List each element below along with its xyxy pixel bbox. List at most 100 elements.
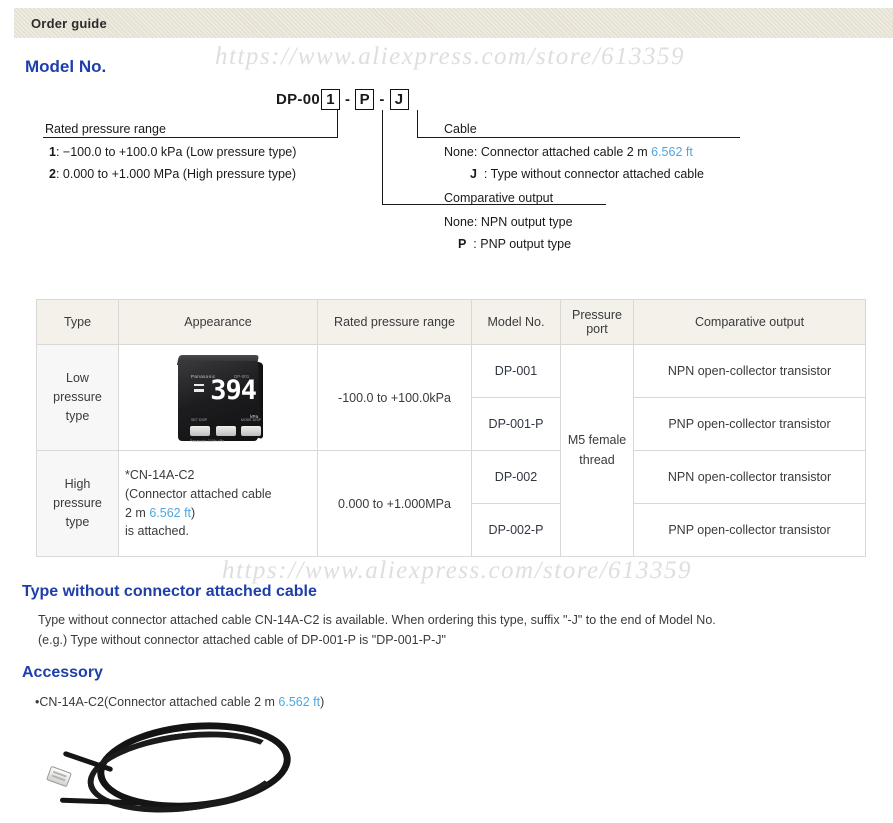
legend-ft-cable-none: 6.562 ft xyxy=(651,145,693,159)
sensor-reading-value: 394 xyxy=(210,374,257,406)
column-header-appearance: Appearance xyxy=(118,299,318,345)
order-guide-table: Type Appearance Rated pressure range Mod… xyxy=(36,299,866,557)
sensor-button-1 xyxy=(190,425,210,436)
legend-item-output-none: None: NPN output type xyxy=(444,215,573,229)
appearance-note-line-3-pre: 2 m xyxy=(125,505,150,520)
table-row: High pressure type *CN-14A-C2 (Connector… xyxy=(36,450,866,557)
legend-text-pressure-2: 0.000 to +1.000 MPa (High pressure type) xyxy=(62,167,297,181)
order-guide-header-bar: Order guide xyxy=(14,8,893,38)
column-header-model-no: Model No. xyxy=(471,299,561,345)
cell-appearance-sensor-photo: Panasonic DP-001 394 kPa SET DISP MODE D… xyxy=(118,344,318,451)
legend-item-cable-none: None: Connector attached cable 2 m 6.562… xyxy=(444,145,693,159)
accessory-text-post: ) xyxy=(320,695,325,709)
column-header-pressure-port-line1: Pressure xyxy=(571,308,623,322)
legend-key-pressure-2: 2 xyxy=(49,167,56,181)
table-row: Low pressure type Panasonic DP-001 394 k… xyxy=(36,344,866,557)
column-header-rated-pressure-range: Rated pressure range xyxy=(317,299,472,345)
appearance-note-line-1: *CN-14A-C2 xyxy=(125,468,195,482)
cell-range-high: 0.000 to +1.000MPa xyxy=(317,450,472,557)
type-without-connector-line-2: (e.g.) Type without connector attached c… xyxy=(38,633,446,647)
cell-model-dp-002: DP-002 xyxy=(471,450,561,504)
cell-appearance-note: *CN-14A-C2 (Connector attached cable 2 m… xyxy=(118,450,318,557)
legend-text-output-p: PNP output type xyxy=(480,237,572,251)
model-code-box-pressure-range: 1 xyxy=(321,89,341,110)
cell-output-pnp-2: PNP open-collector transistor xyxy=(633,503,866,557)
legend-item-output-p: P : PNP output type xyxy=(458,237,572,251)
leader-line-cable-horizontal xyxy=(417,137,740,138)
watermark-top: https://www.aliexpress.com/store/613359 xyxy=(215,43,686,70)
sensor-indicator-bars xyxy=(194,383,204,395)
legend-text-output-none: NPN output type xyxy=(480,215,573,229)
sensor-button-label-mid: MODE DISP xyxy=(240,417,261,422)
sensor-button-2 xyxy=(215,425,236,436)
cell-output-pnp-1: PNP open-collector transistor xyxy=(633,397,866,451)
accessory-ft: 6.562 ft xyxy=(278,695,321,709)
legend-item-pressure-2: 2: 0.000 to +1.000 MPa (High pressure ty… xyxy=(49,167,297,181)
accessory-text-pre: CN-14A-C2(Connector attached cable 2 m xyxy=(39,695,279,709)
legend-sep-pressure-1: : xyxy=(55,145,60,159)
cell-model-dp-001-p: DP-001-P xyxy=(471,397,561,451)
column-header-pressure-port: Pressure port xyxy=(560,299,634,345)
leader-line-cable-vertical xyxy=(417,110,418,138)
sensor-footer-label: Panasonic 100% kPa xyxy=(190,439,262,443)
cell-type-low: Low pressure type xyxy=(36,344,119,451)
sensor-button-label-left: SET DISP xyxy=(191,417,208,422)
leader-line-comparative-output-horizontal xyxy=(382,204,606,205)
legend-text-pressure-1: −100.0 to +100.0 kPa (Low pressure type) xyxy=(62,145,297,159)
legend-sep-output-p: : xyxy=(473,237,477,251)
page-title: Order guide xyxy=(31,15,107,31)
model-code-box-comparative-output: P xyxy=(355,89,375,110)
cell-model-dp-002-p: DP-002-P xyxy=(471,503,561,557)
legend-title-rated-pressure-range: Rated pressure range xyxy=(45,122,166,136)
watermark-bottom: https://www.aliexpress.com/store/613359 xyxy=(222,557,693,584)
legend-sep-output-none: : xyxy=(473,215,478,229)
accessory-cable-image xyxy=(42,714,312,823)
model-code-prefix: DP-00 xyxy=(276,91,321,108)
cell-pressure-port: M5 female thread xyxy=(560,344,634,557)
section-heading-accessory: Accessory xyxy=(22,664,103,681)
legend-sep-cable-j: : xyxy=(483,167,488,181)
section-heading-model-no: Model No. xyxy=(25,57,107,76)
cell-range-low: -100.0 to +100.0kPa xyxy=(317,344,472,451)
table-header-row: Type Appearance Rated pressure range Mod… xyxy=(36,299,866,345)
sensor-buttons xyxy=(190,425,261,436)
order-guide-table-wrapper: Type Appearance Rated pressure range Mod… xyxy=(36,299,866,557)
cell-type-high: High pressure type xyxy=(36,450,119,557)
model-code-dash-1: - xyxy=(345,91,351,108)
section-heading-type-without-connector: Type without connector attached cable xyxy=(22,583,317,600)
model-no-diagram: DP-00 1 - P - J Rated pressure range 1: … xyxy=(0,0,893,270)
cell-model-dp-001: DP-001 xyxy=(471,344,561,398)
cable-connector xyxy=(46,765,72,788)
column-header-type: Type xyxy=(36,299,119,345)
appearance-note-ft: 6.562 ft xyxy=(149,505,192,520)
sensor-footer-text: Panasonic 100% kPa xyxy=(190,438,225,443)
legend-item-pressure-1: 1: −100.0 to +100.0 kPa (Low pressure ty… xyxy=(49,145,297,159)
appearance-note-line-2: (Connector attached cable xyxy=(125,486,272,501)
legend-key-output-none: None xyxy=(444,215,474,229)
appearance-note-line-3-post: ) xyxy=(191,505,196,520)
sensor-display-panel: 394 kPa xyxy=(194,377,260,419)
legend-title-comparative-output: Comparative output xyxy=(444,191,554,205)
model-code-string: DP-00 1 - P - J xyxy=(276,89,410,110)
model-code-box-cable: J xyxy=(389,89,409,110)
column-header-comparative-output: Comparative output xyxy=(633,299,866,345)
legend-key-cable-none: None xyxy=(444,145,474,159)
legend-sep-pressure-2: : xyxy=(55,167,60,181)
legend-sep-cable-none: : xyxy=(473,145,478,159)
appearance-note-line-4: is attached. xyxy=(125,524,189,539)
legend-key-pressure-1: 1 xyxy=(49,145,56,159)
sensor-button-3 xyxy=(241,425,261,436)
leader-line-pressure-range-vertical xyxy=(337,110,338,138)
leader-line-pressure-range-horizontal xyxy=(43,137,338,138)
legend-item-cable-j: J : Type without connector attached cabl… xyxy=(470,167,704,181)
sensor-button-labels: SET DISP MODE DISP xyxy=(191,418,261,422)
sensor-body: Panasonic DP-001 394 kPa SET DISP MODE D… xyxy=(178,360,261,443)
legend-key-output-p: P xyxy=(458,237,467,251)
appearance-note-line-3: 2 m 6.562 ft) xyxy=(125,504,311,523)
legend-title-cable: Cable xyxy=(444,122,477,136)
model-code-dash-2: - xyxy=(379,91,385,108)
accessory-bullet-item: •CN-14A-C2(Connector attached cable 2 m … xyxy=(35,692,324,713)
leader-line-comparative-output-vertical xyxy=(382,110,383,205)
legend-key-cable-j: J xyxy=(470,167,477,181)
legend-text-cable-none: Connector attached cable 2 m xyxy=(480,145,652,159)
